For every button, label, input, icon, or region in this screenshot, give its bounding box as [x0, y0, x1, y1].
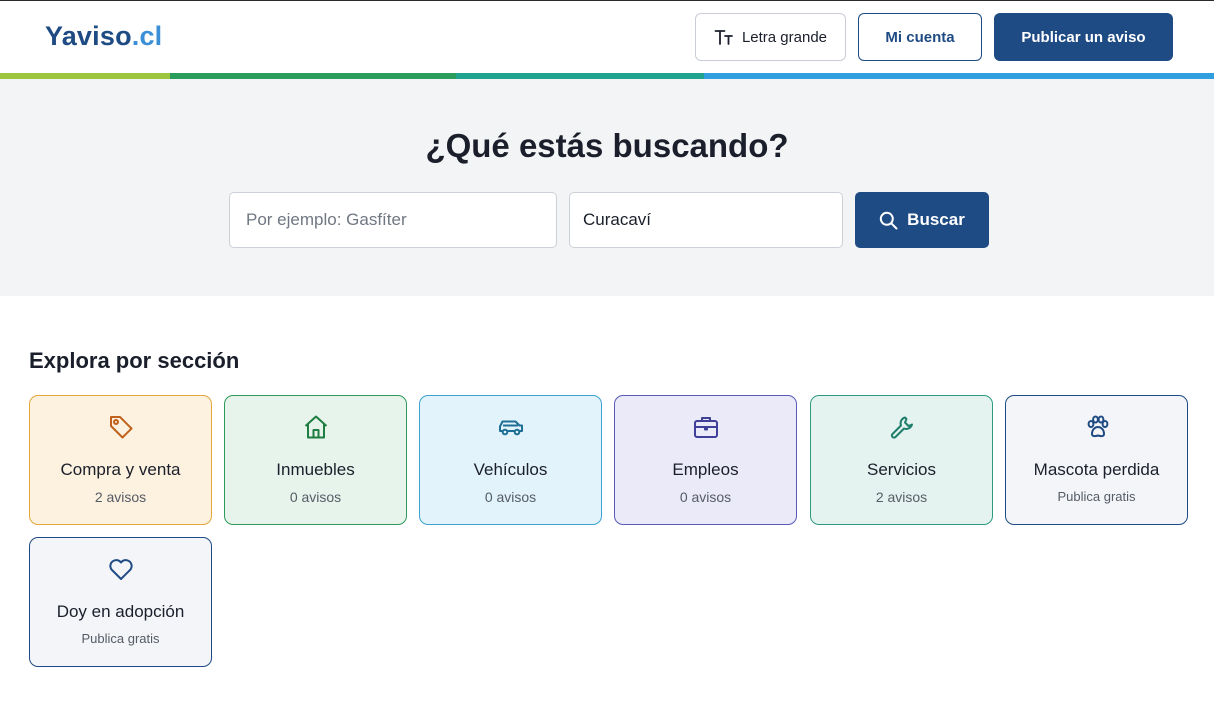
location-input[interactable]: Curacaví [569, 192, 843, 248]
text-size-icon [714, 30, 733, 45]
search-button-label: Buscar [907, 210, 965, 229]
car-icon [498, 420, 523, 436]
section-card-count: 2 avisos [94, 489, 147, 505]
logo-main: Yaviso [45, 21, 132, 51]
section-card-subtitle: Publica gratis [1057, 489, 1136, 504]
wrench-icon [890, 416, 913, 439]
section-card-name: Doy en adopción [56, 602, 185, 621]
section-card-name: Empleos [672, 460, 739, 479]
heart-icon [108, 559, 133, 580]
sections-title: Explora por sección [29, 348, 240, 373]
section-card-name: Vehículos [473, 460, 548, 479]
site-header: Yaviso.cl Letra grande Mi cuenta Publica… [0, 1, 1214, 73]
section-card-count: 0 avisos [484, 489, 537, 505]
search-button[interactable]: Buscar [855, 192, 989, 248]
section-card-count: 0 avisos [289, 489, 342, 505]
large-text-label: Letra grande [741, 28, 828, 46]
section-card-vehiculos[interactable]: Vehículos 0 avisos [419, 395, 602, 525]
publish-ad-label: Publicar un aviso [1021, 28, 1146, 46]
section-card-name: Inmuebles [276, 460, 355, 479]
search-input[interactable]: Por ejemplo: Gasfíter [229, 192, 557, 248]
hero-title: ¿Qué estás buscando? [425, 127, 789, 164]
publish-ad-button[interactable]: Publicar un aviso [994, 13, 1173, 61]
briefcase-icon [693, 417, 718, 438]
tag-icon [109, 416, 132, 439]
my-account-button[interactable]: Mi cuenta [858, 13, 982, 61]
location-input-value: Curacaví [583, 210, 652, 229]
paw-icon [1087, 415, 1108, 438]
section-card-servicios[interactable]: Servicios 2 avisos [810, 395, 993, 525]
section-card-subtitle: Publica gratis [81, 631, 160, 646]
section-card-name: Servicios [867, 460, 936, 479]
section-card-compra-venta[interactable]: Compra y venta 2 avisos [29, 395, 212, 525]
section-card-empleos[interactable]: Empleos 0 avisos [614, 395, 797, 525]
search-hero: ¿Qué estás buscando? Por ejemplo: Gasfít… [0, 79, 1214, 296]
search-icon [879, 211, 898, 229]
section-card-count: 2 avisos [875, 489, 928, 505]
logo-extension: .cl [131, 21, 163, 51]
section-card-count: 0 avisos [679, 489, 732, 505]
section-card-adopcion[interactable]: Doy en adopción Publica gratis [29, 537, 212, 667]
site-logo[interactable]: Yaviso.cl [45, 21, 162, 52]
section-card-inmuebles[interactable]: Inmuebles 0 avisos [224, 395, 407, 525]
search-input-placeholder: Por ejemplo: Gasfíter [246, 210, 407, 229]
section-card-mascota-perdida[interactable]: Mascota perdida Publica gratis [1005, 395, 1188, 525]
house-icon [304, 415, 327, 439]
my-account-label: Mi cuenta [885, 28, 955, 46]
large-text-button[interactable]: Letra grande [695, 13, 846, 61]
section-card-name: Compra y venta [60, 460, 181, 479]
section-card-name: Mascota perdida [1033, 460, 1160, 479]
